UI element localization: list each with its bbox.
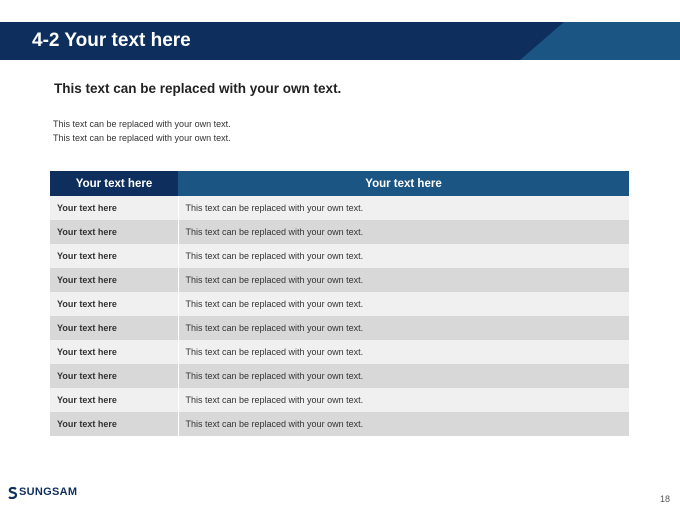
- row-value: This text can be replaced with your own …: [177, 220, 629, 244]
- table-row: Your text here This text can be replaced…: [50, 316, 629, 340]
- page-number: 18: [659, 494, 670, 504]
- table-header-cell: Your text here: [178, 171, 629, 196]
- table-header-cell: Your text here: [50, 171, 178, 196]
- row-label: Your text here: [50, 292, 178, 316]
- row-value: This text can be replaced with your own …: [177, 196, 629, 220]
- row-label: Your text here: [50, 220, 178, 244]
- row-label: Your text here: [50, 196, 178, 220]
- row-label: Your text here: [50, 388, 178, 412]
- row-value: This text can be replaced with your own …: [177, 388, 629, 412]
- row-value: This text can be replaced with your own …: [177, 244, 629, 268]
- table-row: Your text here This text can be replaced…: [50, 364, 629, 388]
- description-line: This text can be replaced with your own …: [53, 119, 231, 129]
- table-header-row: Your text here Your text here: [50, 171, 629, 196]
- table-row: Your text here This text can be replaced…: [50, 412, 629, 436]
- content-table: Your text here Your text here Your text …: [50, 171, 629, 436]
- row-value: This text can be replaced with your own …: [177, 412, 629, 436]
- title-bar: 4-2 Your text here: [0, 22, 680, 60]
- row-value: This text can be replaced with your own …: [177, 364, 629, 388]
- page-title: 4-2 Your text here: [32, 30, 191, 51]
- table-row: Your text here This text can be replaced…: [50, 244, 629, 268]
- sungsam-logo-icon: [8, 486, 18, 500]
- table-row: Your text here This text can be replaced…: [50, 196, 629, 220]
- section-subtitle: This text can be replaced with your own …: [54, 81, 342, 96]
- row-label: Your text here: [50, 244, 178, 268]
- table-row: Your text here This text can be replaced…: [50, 292, 629, 316]
- description-line: This text can be replaced with your own …: [53, 133, 231, 143]
- logo-text: SUNGSAM: [19, 486, 78, 498]
- table-row: Your text here This text can be replaced…: [50, 268, 629, 292]
- table-row: Your text here This text can be replaced…: [50, 388, 629, 412]
- row-label: Your text here: [50, 316, 178, 340]
- table-row: Your text here This text can be replaced…: [50, 340, 629, 364]
- row-label: Your text here: [50, 340, 178, 364]
- row-value: This text can be replaced with your own …: [177, 292, 629, 316]
- row-value: This text can be replaced with your own …: [177, 316, 629, 340]
- title-bar-wedge: [520, 22, 564, 60]
- table-row: Your text here This text can be replaced…: [50, 220, 629, 244]
- row-value: This text can be replaced with your own …: [177, 268, 629, 292]
- row-label: Your text here: [50, 268, 178, 292]
- row-value: This text can be replaced with your own …: [177, 340, 629, 364]
- row-label: Your text here: [50, 364, 178, 388]
- row-label: Your text here: [50, 412, 178, 436]
- company-logo: SUNGSAM: [8, 486, 78, 500]
